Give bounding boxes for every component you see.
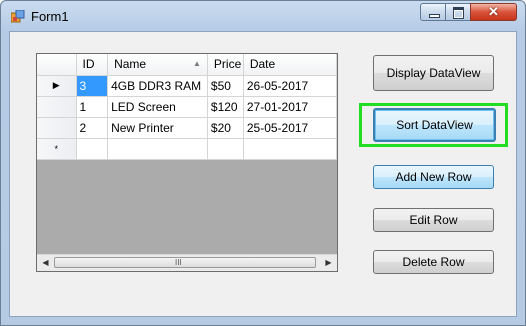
table-row[interactable]: ▶ 3 4GB DDR3 RAM $50 26-05-2017: [37, 75, 337, 97]
data-grid-view[interactable]: ID Name ▲ Price Date ▶ 3 4GB DDR3 RAM $50…: [36, 53, 338, 272]
cell-name[interactable]: 4GB DDR3 RAM: [107, 75, 208, 97]
grid-table: ID Name ▲ Price Date ▶ 3 4GB DDR3 RAM $50…: [37, 54, 337, 160]
cell-date[interactable]: 25-05-2017: [243, 117, 337, 139]
column-header-id[interactable]: ID: [76, 54, 109, 76]
close-icon: ✕: [488, 4, 499, 19]
minimize-icon: [429, 14, 440, 18]
display-dataview-button[interactable]: Display DataView: [373, 55, 494, 91]
maximize-button[interactable]: [445, 3, 471, 21]
sort-dataview-button[interactable]: Sort DataView: [373, 108, 496, 142]
form-client-area: ID Name ▲ Price Date ▶ 3 4GB DDR3 RAM $50…: [9, 31, 517, 317]
cell-date[interactable]: 27-01-2017: [243, 96, 337, 118]
column-header-name[interactable]: Name ▲: [107, 54, 208, 76]
table-row[interactable]: 1 LED Screen $120 27-01-2017: [37, 96, 337, 118]
add-new-row-button[interactable]: Add New Row: [373, 165, 494, 189]
row-header[interactable]: [37, 96, 77, 118]
window-title: Form1: [31, 9, 69, 24]
cell-name[interactable]: New Printer: [107, 117, 208, 139]
delete-row-button[interactable]: Delete Row: [373, 250, 494, 274]
cell-id[interactable]: 2: [76, 117, 109, 139]
column-header-date[interactable]: Date: [243, 54, 337, 76]
table-row[interactable]: 2 New Printer $20 25-05-2017: [37, 117, 337, 139]
app-icon: [11, 10, 25, 23]
scroll-grip-icon: III: [175, 258, 182, 267]
new-cell-id[interactable]: [76, 138, 109, 160]
sort-ascending-icon: ▲: [192, 59, 201, 69]
minimize-button[interactable]: [420, 3, 446, 21]
horizontal-scrollbar[interactable]: ◀ III ▶: [37, 254, 337, 271]
cell-price[interactable]: $50: [207, 75, 244, 97]
maximize-icon: [453, 7, 464, 19]
cell-price[interactable]: $120: [207, 96, 244, 118]
close-button[interactable]: ✕: [470, 3, 517, 21]
edit-row-button[interactable]: Edit Row: [373, 208, 494, 232]
cell-date[interactable]: 26-05-2017: [243, 75, 337, 97]
row-header-corner[interactable]: [37, 54, 77, 76]
cell-price[interactable]: $20: [207, 117, 244, 139]
cell-id[interactable]: 3: [76, 75, 109, 97]
app-window: Form1 ✕ ID Name ▲ Price Date ▶ 3 4GB DDR…: [0, 0, 526, 326]
scroll-thumb[interactable]: III: [54, 257, 316, 268]
cell-id[interactable]: 1: [76, 96, 109, 118]
new-cell-date[interactable]: [243, 138, 337, 160]
scroll-right-icon[interactable]: ▶: [320, 255, 337, 271]
row-header[interactable]: [37, 117, 77, 139]
new-cell-name[interactable]: [107, 138, 208, 160]
new-row[interactable]: *: [37, 138, 337, 160]
column-header-price[interactable]: Price: [207, 54, 244, 76]
grid-header-row: ID Name ▲ Price Date: [37, 54, 337, 76]
title-bar[interactable]: Form1 ✕: [1, 1, 525, 31]
new-cell-price[interactable]: [207, 138, 244, 160]
current-row-arrow-icon[interactable]: ▶: [37, 75, 77, 97]
scroll-left-icon[interactable]: ◀: [37, 255, 54, 271]
cell-name[interactable]: LED Screen: [107, 96, 208, 118]
new-row-asterisk-icon[interactable]: *: [37, 138, 77, 160]
column-header-name-label: Name: [114, 57, 147, 72]
